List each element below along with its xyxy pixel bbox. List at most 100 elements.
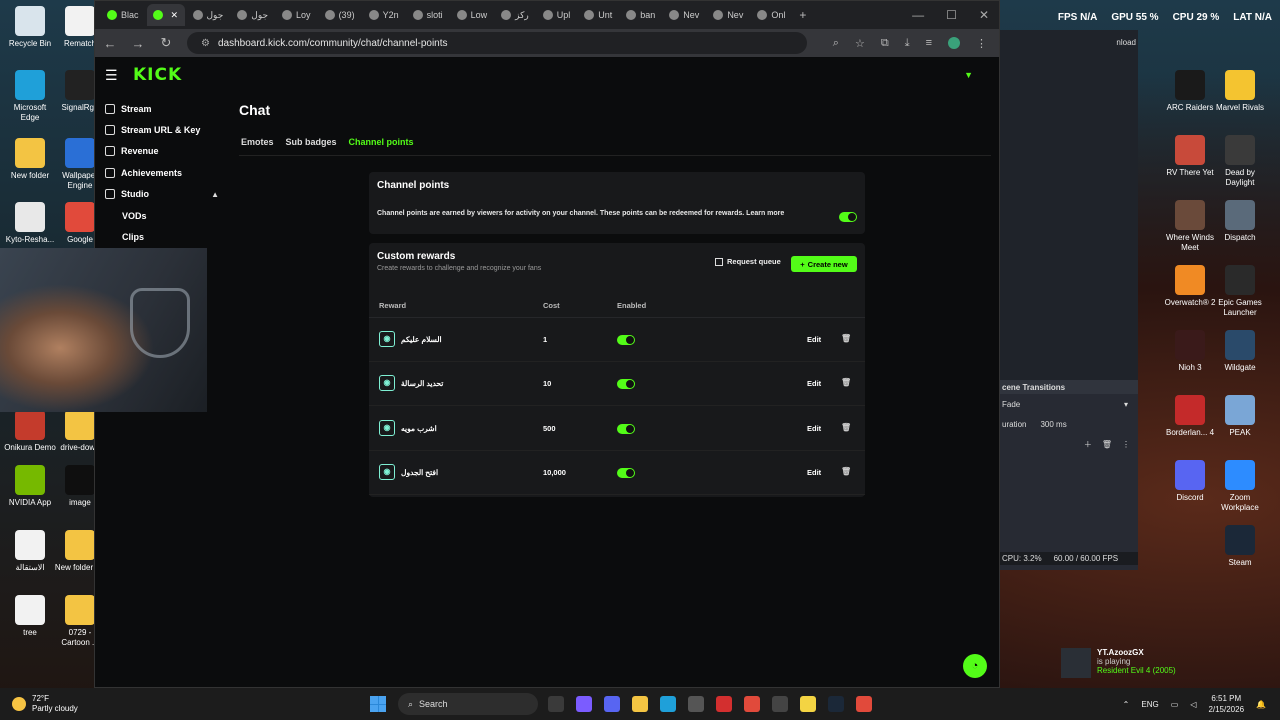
trash-icon[interactable]: 🗑 (841, 334, 851, 343)
desktop-icon[interactable]: Dead by Daylight (1214, 135, 1266, 188)
browser-tab[interactable]: (39) (319, 4, 361, 26)
desktop-icon[interactable]: Kyto-Resha... (4, 202, 56, 245)
language-indicator[interactable]: ENG (1141, 700, 1158, 709)
sidebar-subitem[interactable]: Clips (95, 226, 225, 247)
desktop-icon[interactable]: Recycle Bin (4, 6, 56, 49)
task-view-icon[interactable] (548, 696, 564, 712)
file-explorer-icon[interactable] (632, 696, 648, 712)
network-icon[interactable]: ▭ (1171, 700, 1179, 709)
reward-enabled-toggle[interactable] (617, 467, 635, 478)
menu-icon[interactable]: ⋮ (976, 37, 987, 50)
zoom-icon[interactable]: ⌕ (833, 37, 839, 50)
new-tab-button[interactable]: + (799, 8, 806, 22)
desktop-icon[interactable]: Nioh 3 (1164, 330, 1216, 373)
browser-tab[interactable]: جول (231, 4, 274, 26)
steam-notification[interactable]: YT.AzoozGX is playing Resident Evil 4 (2… (1061, 648, 1217, 684)
desktop-icon[interactable]: Dispatch (1214, 200, 1266, 243)
steam-taskbar-icon[interactable] (828, 696, 844, 712)
help-chat-button[interactable]: ◔ (963, 654, 987, 678)
create-new-button[interactable]: + Create new (791, 256, 857, 272)
close-icon[interactable]: ✕ (979, 8, 989, 22)
desktop-icon[interactable]: Zoom Workplace (1214, 460, 1266, 513)
browser-tab[interactable]: ركز (495, 4, 535, 26)
desktop-icon[interactable]: Where Winds Meet (1164, 200, 1216, 253)
sidebar-item[interactable]: Achievements (95, 162, 225, 183)
browser-tab[interactable]: Unt (578, 4, 618, 26)
desktop-icon[interactable]: Discord (1164, 460, 1216, 503)
reward-enabled-toggle[interactable] (617, 423, 635, 434)
channel-points-toggle[interactable] (839, 212, 857, 222)
sticky-notes-icon[interactable] (800, 696, 816, 712)
browser-tab[interactable]: Loy (276, 4, 317, 26)
taskbar-search[interactable]: ⌕ Search (398, 693, 538, 715)
trash-icon[interactable]: 🗑 (841, 467, 851, 476)
desktop-icon[interactable]: Marvel Rivals (1214, 70, 1266, 113)
reload-icon[interactable]: ↻ (159, 35, 173, 51)
extensions-icon[interactable]: ⧉ (881, 37, 889, 50)
minimize-icon[interactable]: — (912, 8, 924, 22)
volume-icon[interactable]: ◁ (1190, 700, 1196, 709)
desktop-icon[interactable]: NVIDIA App (4, 465, 56, 508)
edit-button[interactable]: Edit (807, 424, 821, 433)
browser-tab[interactable]: Blac (101, 4, 145, 26)
desktop-icon[interactable]: Overwatch® 2 (1164, 265, 1216, 308)
desktop-icon[interactable]: Borderlan... 4 (1164, 395, 1216, 438)
download-icon[interactable]: ⤓ (905, 37, 910, 50)
copilot-icon[interactable] (576, 696, 592, 712)
obs-transition-select[interactable]: Fade ▾ (1000, 394, 1138, 414)
weather-widget[interactable]: 72°F Partly cloudy (0, 694, 370, 714)
obs-duration-row[interactable]: uration 300 ms (1000, 414, 1138, 434)
maximize-icon[interactable]: ☐ (946, 8, 957, 22)
edit-button[interactable]: Edit (807, 379, 821, 388)
desktop-icon[interactable]: tree (4, 595, 56, 638)
start-button[interactable] (370, 696, 386, 712)
edge-taskbar-icon[interactable] (660, 696, 676, 712)
trash-icon[interactable]: 🗑 (841, 378, 851, 387)
request-queue-button[interactable]: Request queue (715, 257, 781, 266)
tray-overflow-icon[interactable]: ⌃ (1123, 700, 1130, 709)
browser-tab[interactable]: Nev (663, 4, 705, 26)
tab-close-icon[interactable]: ✕ (171, 10, 179, 21)
notifications-icon[interactable]: 🔔 (1256, 700, 1266, 709)
discord-taskbar-icon[interactable] (604, 696, 620, 712)
hamburger-menu-icon[interactable]: ☰ (105, 67, 125, 84)
clock[interactable]: 6:51 PM 2/15/2026 (1208, 693, 1244, 715)
edit-button[interactable]: Edit (807, 468, 821, 477)
sidebar-subitem[interactable]: VODs (95, 205, 225, 226)
browser-tab[interactable]: ✕ (146, 4, 185, 26)
add-icon[interactable]: ＋ (1084, 439, 1092, 450)
desktop-icon[interactable]: Steam (1214, 525, 1266, 568)
reward-enabled-toggle[interactable] (617, 379, 635, 390)
sidebar-item[interactable]: Studio ▲ (95, 184, 225, 205)
browser-tab[interactable]: Onl (751, 4, 791, 26)
browser-tab[interactable]: Y2n (363, 4, 405, 26)
desktop-icon[interactable]: الاستقالة (4, 530, 56, 573)
chevron-up-icon[interactable]: ▲ (211, 190, 219, 199)
desktop-icon[interactable]: Epic Games Launcher (1214, 265, 1266, 318)
browser-tab[interactable]: Upl (537, 4, 577, 26)
browser-tab[interactable]: ban (620, 4, 661, 26)
settings-icon[interactable] (772, 696, 788, 712)
kick-logo[interactable]: KICK (133, 65, 182, 85)
url-field[interactable]: ⚙ dashboard.kick.com/community/chat/chan… (187, 32, 807, 54)
forward-icon[interactable]: → (131, 36, 145, 51)
browser-tab[interactable]: sloti (407, 4, 449, 26)
browser-tab[interactable]: Nev (707, 4, 749, 26)
sidebar-item[interactable]: Stream (95, 98, 225, 119)
media-icon[interactable]: ≡ (926, 37, 932, 50)
desktop-icon[interactable]: Wildgate (1214, 330, 1266, 373)
browser-tab[interactable]: Low (451, 4, 494, 26)
desktop-icon[interactable]: ARC Raiders (1164, 70, 1216, 113)
trash-icon[interactable]: 🗑 (841, 423, 851, 432)
more-icon[interactable]: ⋮ (1122, 440, 1130, 449)
browser-tab[interactable]: جول (187, 4, 230, 26)
edit-button[interactable]: Edit (807, 335, 821, 344)
sidebar-item[interactable]: Stream URL & Key (95, 119, 225, 140)
opera-icon[interactable] (716, 696, 732, 712)
profile-avatar[interactable] (948, 36, 960, 49)
desktop-icon[interactable]: RV There Yet (1164, 135, 1216, 178)
chrome-taskbar-icon[interactable] (744, 696, 760, 712)
trash-icon[interactable]: 🗑 (1102, 440, 1112, 449)
desktop-icon[interactable]: New folder (4, 138, 56, 181)
chrome-alt-icon[interactable] (856, 696, 872, 712)
